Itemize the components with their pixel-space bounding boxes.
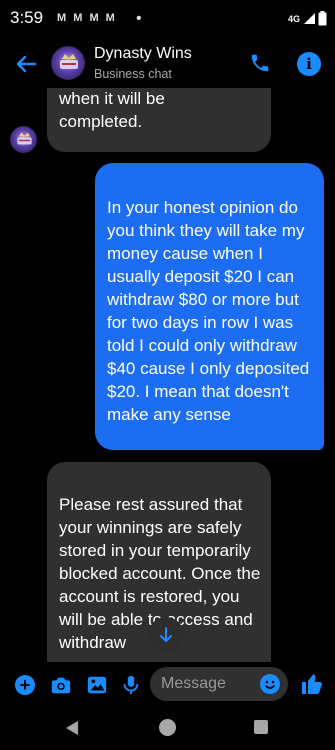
message-text: In your honest opinion do you think they…	[107, 198, 310, 424]
notification-icons: M M M M	[57, 12, 117, 24]
gallery-icon[interactable]	[86, 674, 108, 696]
battery-icon	[318, 11, 327, 26]
phone-icon	[251, 54, 269, 72]
nav-home-icon[interactable]	[159, 719, 176, 736]
dynasty-wins-logo-icon	[60, 54, 78, 69]
chat-header: Dynasty Wins Business chat i	[0, 40, 335, 88]
contact-subtitle: Business chat	[94, 67, 172, 81]
plus-icon[interactable]: +	[15, 675, 35, 695]
message-composer: +	[0, 662, 335, 706]
scroll-to-bottom-button[interactable]	[148, 617, 184, 653]
camera-icon[interactable]	[50, 674, 72, 696]
network-type: 4G	[287, 13, 300, 24]
message-input[interactable]	[161, 673, 261, 695]
message-list[interactable]: specific time frame for when it will be …	[0, 88, 335, 662]
nav-back-icon[interactable]	[65, 720, 79, 741]
navigation-bar	[0, 706, 335, 750]
info-button[interactable]: i	[297, 52, 321, 76]
call-button[interactable]	[249, 52, 275, 78]
message-outgoing[interactable]: In your honest opinion do you think they…	[95, 163, 324, 450]
nav-recents-icon[interactable]	[254, 720, 268, 734]
thumbs-up-icon[interactable]	[300, 672, 324, 696]
message-input-container[interactable]	[150, 667, 288, 701]
arrow-down-icon	[160, 627, 172, 642]
message-incoming[interactable]: specific time frame for when it will be …	[47, 88, 271, 152]
sender-avatar	[10, 126, 37, 153]
status-time: 3:59	[10, 8, 44, 27]
microphone-icon[interactable]	[120, 674, 142, 696]
signal-icon	[304, 13, 315, 24]
status-indicators: 4G	[288, 11, 327, 26]
arrow-left-icon	[16, 55, 36, 73]
more-notifications-dot: •	[136, 10, 142, 27]
info-icon: i	[306, 55, 312, 73]
back-button[interactable]	[12, 50, 40, 78]
dynasty-wins-logo-icon	[17, 132, 32, 145]
emoji-icon[interactable]	[260, 674, 280, 694]
contact-name[interactable]: Dynasty Wins	[94, 45, 192, 63]
contact-avatar[interactable]	[51, 46, 85, 80]
message-text: specific time frame for when it will be …	[59, 89, 165, 131]
status-bar: 3:59 M M M M • 4G	[0, 0, 335, 40]
